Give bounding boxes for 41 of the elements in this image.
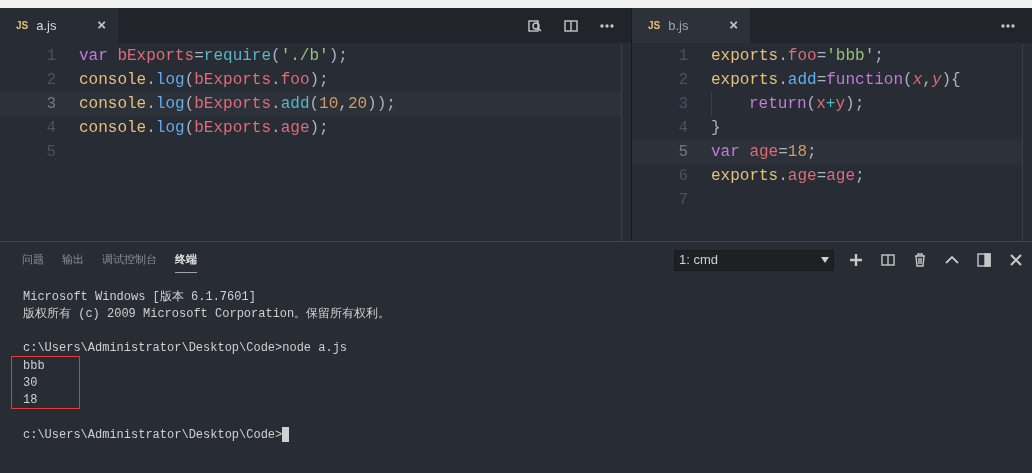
- code-line: console.log(bExports.add(10,20));: [79, 94, 396, 115]
- terminal-line: bbb: [23, 357, 45, 375]
- terminal-select[interactable]: 1: cmd: [674, 249, 834, 271]
- line-number: 3: [45, 94, 57, 115]
- panel-tab[interactable]: 输出: [62, 247, 84, 273]
- editor-tab[interactable]: JS b.js ×: [632, 8, 750, 43]
- code-line: console.log(bExports.foo);: [79, 70, 329, 91]
- trash-icon[interactable]: [912, 252, 928, 268]
- code-line: return(x+y);: [749, 94, 865, 115]
- search-icon[interactable]: [527, 17, 543, 34]
- code-line: exports.add=function(x,y){: [711, 70, 961, 91]
- close-icon[interactable]: ×: [729, 14, 738, 37]
- terminal-line: c:\Users\Administrator\Desktop\Code>node a.js: [23, 339, 348, 357]
- panel-layout-icon[interactable]: [976, 252, 992, 268]
- panel-tab[interactable]: 终端: [175, 247, 197, 273]
- code-line: var age=18;: [711, 142, 817, 163]
- terminal-line: 18: [23, 391, 38, 409]
- code-line: }: [711, 118, 721, 139]
- terminal-cursor: [282, 427, 290, 442]
- split-editor-icon[interactable]: [880, 252, 896, 268]
- terminal-line: c:\Users\Administrator\Desktop\Code>: [23, 426, 283, 444]
- close-icon[interactable]: [1008, 252, 1024, 268]
- code-line: var bExports=require('./b');: [79, 46, 348, 67]
- code-line: console.log(bExports.age);: [79, 118, 329, 139]
- line-number: 5: [677, 142, 689, 163]
- code-line: exports.foo='bbb';: [711, 46, 884, 67]
- split-editor-icon[interactable]: [563, 17, 579, 34]
- javascript-icon: JS: [16, 18, 29, 33]
- terminal-line: 版权所有 (c) 2009 Microsoft Corporation。保留所有权利。: [23, 305, 391, 323]
- panel-tab[interactable]: 问题: [22, 247, 44, 273]
- panel-tab[interactable]: 调试控制台: [102, 247, 157, 273]
- plus-icon[interactable]: [848, 252, 864, 268]
- terminal-line: 30: [23, 374, 38, 392]
- tab-label: b.js: [668, 16, 690, 35]
- close-icon[interactable]: ×: [97, 14, 106, 37]
- code-line: exports.age=age;: [711, 166, 865, 187]
- javascript-icon: JS: [648, 18, 661, 33]
- terminal-line: Microsoft Windows [版本 6.1.7601]: [23, 288, 256, 306]
- tab-label: a.js: [36, 16, 58, 35]
- editor-tab[interactable]: JS a.js ×: [0, 8, 118, 43]
- dropdown-arrow-icon: [821, 257, 829, 263]
